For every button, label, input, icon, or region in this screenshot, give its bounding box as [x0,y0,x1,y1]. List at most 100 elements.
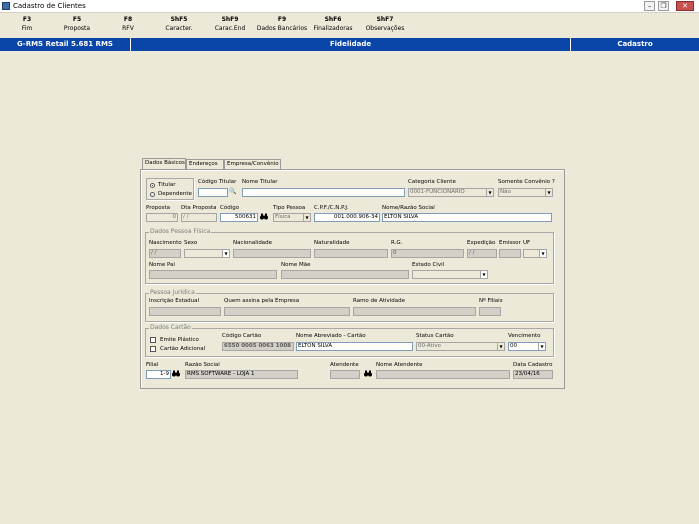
data-cadastro-label: Data Cadastro [513,362,553,368]
inscricao-estadual-label: Inscrição Estadual [149,298,200,304]
expedicao-label: Expedição [467,240,496,246]
toolbar-button-dados-bancarios[interactable]: F9 Dados Bancários [253,16,311,32]
cartao-adicional-checkbox[interactable] [150,346,156,352]
toolbar-button-proposta[interactable]: F5 Proposta [55,16,99,32]
emissor-label: Emissor [499,240,521,246]
inscricao-estadual-input[interactable] [149,307,221,316]
toolbar-button-carac-end[interactable]: ShF9 Carac.End [208,16,252,32]
nome-titular-input[interactable] [242,188,405,197]
quem-assina-input[interactable] [224,307,350,316]
estado-civil-label: Estado Civil [412,262,445,268]
search-titular-icon[interactable]: 🔍 [229,188,237,196]
status-module: Fidelidade [131,38,571,51]
tab-empresa-convenio[interactable]: Empresa/Convênio [224,159,281,169]
codigo-cartao-input[interactable]: 6550 0005 0063 1008 [222,342,294,351]
nome-abreviado-label: Nome Abreviado - Cartão [296,333,366,339]
toolbar-key: ShF9 [221,16,239,23]
minimize-button[interactable]: – [644,1,655,11]
toolbar-key: ShF7 [376,16,394,23]
tab-dados-basicos[interactable]: Dados Básicos [142,158,186,169]
data-cadastro-input[interactable]: 23/04/16 [513,370,553,379]
status-cartao-select[interactable]: 00-Ativo ▼ [416,342,505,351]
toolbar-button-rfv[interactable]: F8 RFV [106,16,150,32]
toolbar-key: ShF6 [324,16,342,23]
uf-select[interactable]: ▼ [523,249,547,258]
binoculars-atendente-icon[interactable] [364,370,372,378]
toolbar-button-observacoes[interactable]: ShF7 Observações [360,16,410,32]
proposta-input[interactable]: 0 [146,213,178,222]
atendente-input[interactable] [330,370,360,379]
close-button[interactable]: ✕ [676,1,694,11]
toolbar-key: F8 [123,16,133,23]
chevron-down-icon: ▼ [303,214,310,221]
dependente-radio[interactable] [150,192,155,197]
tipo-pessoa-label: Tipo Pessoa [273,205,306,211]
restore-button[interactable]: ❐ [658,1,669,11]
nascimento-input[interactable]: / / [149,249,181,258]
nome-pai-input[interactable] [149,270,277,279]
rg-input[interactable]: 0 [391,249,464,258]
status-cartao-value: 00-Ativo [418,343,441,349]
ramo-atividade-input[interactable] [353,307,476,316]
binoculars-filial-icon[interactable] [172,370,180,378]
toolbar-button-fim[interactable]: F3 Fim [5,16,49,32]
toolbar-label: Caracter. [165,25,193,32]
emissor-input[interactable] [499,249,521,258]
titular-radio[interactable] [150,183,155,188]
toolbar-key: F3 [22,16,32,23]
somente-convenio-label: Somente Convênio ? [498,179,555,185]
cpf-input[interactable]: 001.000.906-34 [314,213,380,222]
toolbar-button-finalizadoras[interactable]: ShF6 Finalizadoras [308,16,358,32]
somente-convenio-select[interactable]: Não ▼ [498,188,553,197]
naturalidade-input[interactable] [314,249,388,258]
emite-plastico-checkbox[interactable] [150,337,156,343]
codigo-titular-label: Código Titular [198,179,237,185]
sexo-select[interactable]: ▼ [184,249,230,258]
filial-input[interactable]: 1-9 [146,370,171,379]
toolbar-key: ShF5 [170,16,188,23]
status-screen: Cadastro [617,40,653,48]
codigo-label: Código [220,205,240,211]
chevron-down-icon: ▼ [539,250,546,257]
status-system: G-RMS Retail 5.681 RMS [0,38,131,51]
filial-label: Filial [146,362,159,368]
dados-cartao-title: Dados Cartão [149,324,192,331]
tab-enderecos[interactable]: Endereços [186,159,224,169]
toolbar-label: Observações [365,25,405,32]
status-cartao-label: Status Cartão [416,333,454,339]
nome-atendente-input[interactable] [376,370,510,379]
rg-label: R.G. [391,240,403,246]
vencimento-value: 00 [510,343,517,349]
binoculars-search-icon[interactable] [260,213,268,221]
vencimento-select[interactable]: 00 ▼ [508,342,546,351]
status-bar: G-RMS Retail 5.681 RMS Fidelidade Cadast… [0,38,699,51]
nacionalidade-input[interactable] [233,249,311,258]
toolbar-button-caracter[interactable]: ShF5 Caracter. [157,16,201,32]
uf-label: UF [523,240,531,246]
categoria-label: Categoria Cliente [408,179,456,185]
nome-mae-input[interactable] [281,270,409,279]
nome-abreviado-input[interactable]: ELTON SILVA [296,342,413,351]
app-icon [2,2,10,10]
codigo-cartao-label: Código Cartão [222,333,262,339]
codigo-titular-input[interactable] [198,188,228,197]
toolbar-label: Proposta [63,25,91,32]
categoria-select[interactable]: 0001-FUNCIONARIO ▼ [408,188,494,197]
titular-label: Titular [158,182,176,188]
sexo-label: Sexo [184,240,198,246]
pessoa-juridica-title: Pessoa Jurídica [149,289,196,296]
razao-social-input[interactable]: RMS SOFTWARE - LOJA 1 [185,370,298,379]
expedicao-input[interactable]: / / [467,249,497,258]
ramo-atividade-label: Ramo de Atividade [353,298,406,304]
codigo-input[interactable]: 500631 [220,213,258,222]
dta-proposta-input[interactable]: / / [181,213,217,222]
nome-titular-label: Nome Titular [242,179,278,185]
tipo-pessoa-value: Física [275,214,291,220]
nome-razao-input[interactable]: ELTON SILVA [382,213,552,222]
chevron-down-icon: ▼ [486,189,493,196]
naturalidade-label: Naturalidade [314,240,350,246]
estado-civil-select[interactable]: ▼ [412,270,488,279]
tipo-pessoa-select[interactable]: Física ▼ [273,213,311,222]
emite-plastico-label: Emite Plástico [160,337,199,343]
filiais-input[interactable] [479,307,501,316]
